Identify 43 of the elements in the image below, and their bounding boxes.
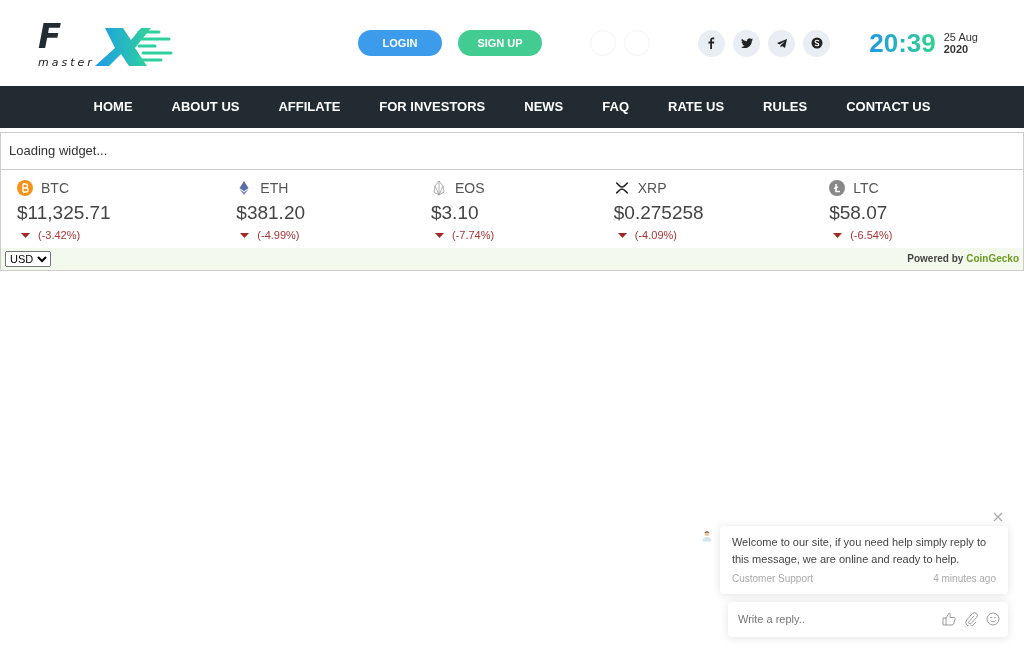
coin-symbol: ETH	[260, 178, 289, 198]
price-change: (-7.74%)	[452, 228, 495, 243]
coin-price: $11,325.71	[17, 200, 112, 225]
nav-link[interactable]: HOME	[93, 97, 133, 117]
currency-select[interactable]: USD	[5, 250, 51, 267]
author-name: Customer Support	[731, 572, 814, 586]
coin-symbol: BTC	[41, 178, 69, 198]
message-text: Welcome to our site, if you need help simply reply to this message, we are online and ready to help.	[730, 535, 988, 567]
nav-link[interactable]: RULES	[763, 97, 808, 117]
nav-link[interactable]: FAQ	[602, 97, 629, 117]
coin-price: $3.10	[431, 200, 480, 225]
coin-price: $381.20	[236, 200, 307, 225]
coin-icon	[829, 180, 846, 196]
price-change: (-3.42%)	[38, 228, 81, 243]
message-time: 4 minutes ago	[933, 572, 996, 586]
powered-by-text: Powered by CoinGecko	[907, 252, 1019, 266]
price-change: (-4.09%)	[634, 228, 677, 243]
thumbs-up-icon[interactable]	[942, 612, 956, 627]
coin-price: $58.07	[829, 200, 889, 225]
crystal-icon	[431, 180, 447, 196]
logo-text: master	[38, 56, 95, 68]
coin-symbol: LTC	[853, 178, 879, 198]
loading-text: Loading widget...	[9, 143, 108, 158]
coin-price: $0.275258	[613, 200, 705, 225]
nav-link[interactable]: NEWS	[524, 97, 564, 117]
nav-link[interactable]: ABOUT US	[171, 97, 240, 117]
nav-link[interactable]: FOR INVESTORS	[379, 97, 486, 117]
nav-link[interactable]: CONTACT US	[846, 97, 931, 117]
x-logo-icon	[94, 27, 173, 68]
year-text: 2020	[943, 43, 970, 56]
logo-letter: F	[38, 18, 63, 53]
skype-icon[interactable]	[809, 36, 824, 50]
price-change: (-6.54%)	[850, 228, 893, 243]
coin-symbol: EOS	[455, 178, 485, 198]
coin-icon	[17, 180, 33, 196]
date-text: 25 Aug	[943, 30, 978, 43]
nav-link[interactable]: RATE US	[668, 97, 725, 117]
bird-icon[interactable]	[739, 36, 754, 50]
x-mark-icon	[613, 180, 630, 196]
nav-link[interactable]: AFFILATE	[278, 97, 341, 117]
paperclip-icon[interactable]	[964, 612, 978, 627]
price-change: (-4.99%)	[257, 228, 300, 243]
coin-symbol: XRP	[637, 178, 667, 198]
